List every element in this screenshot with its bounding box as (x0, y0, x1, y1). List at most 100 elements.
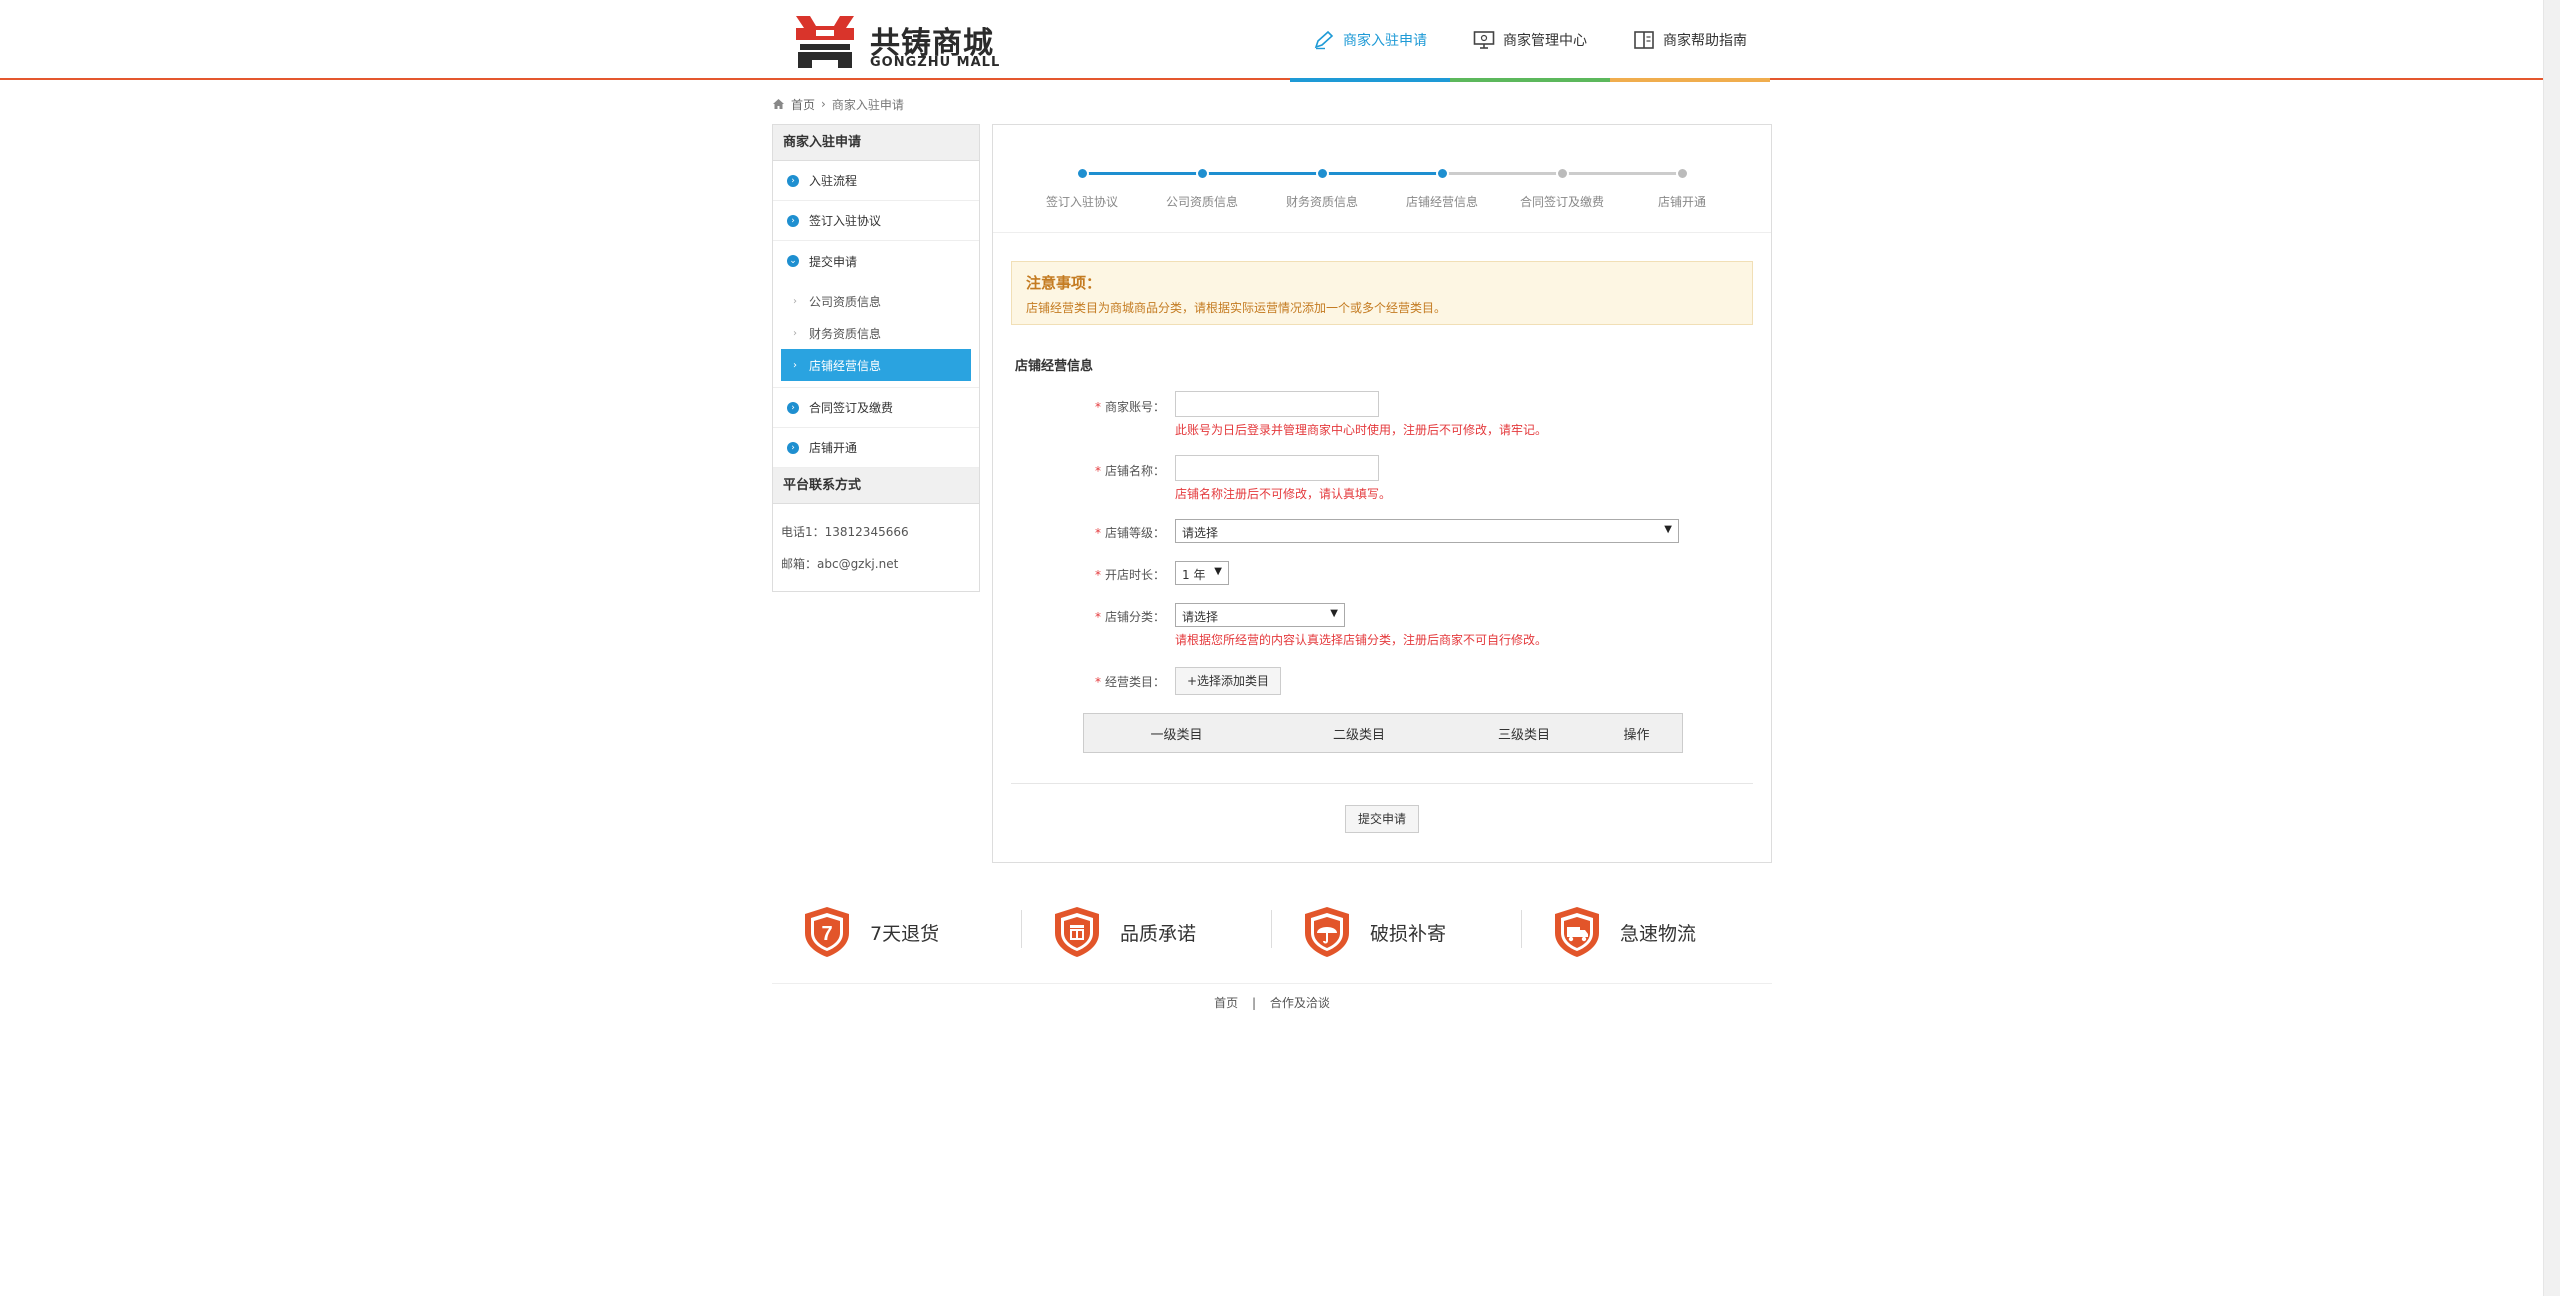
sidebar: 商家入驻申请 › 入驻流程 › 签订入驻协议 ⌄ 提交申请 › 公司资质信息 ›… (772, 124, 980, 592)
account-hint: 此账号为日后登录并管理商家中心时使用，注册后不可修改，请牢记。 (1175, 423, 1548, 437)
home-icon (773, 99, 784, 109)
logo-subtitle: GONGZHU MALL (870, 55, 1001, 70)
step-dot (1196, 167, 1209, 180)
breadcrumb: 首页 › 商家入驻申请 (772, 94, 904, 114)
field-label: * 经营类目： (1053, 673, 1165, 690)
duration-select[interactable]: 1 年 ▼ (1175, 561, 1229, 585)
sidebar-subitem-label: 店铺经营信息 (809, 358, 882, 373)
pen-icon (1314, 30, 1334, 50)
site-header: 共铸商城 GONGZHU MALL 商家入驻申请 商家管理中心 商家帮助指南 (0, 0, 2543, 82)
monitor-icon (1473, 31, 1495, 49)
select-value: 请选择 (1182, 526, 1219, 540)
notice-box: 注意事项： 店铺经营类目为商城商品分类，请根据实际运营情况添加一个或多个经营类目… (1011, 261, 1753, 325)
breadcrumb-separator: › (821, 97, 826, 111)
divider (1011, 783, 1753, 784)
sidebar-item-label: 提交申请 (809, 254, 858, 269)
sidebar-item-label: 合同签订及缴费 (809, 401, 894, 415)
top-navigation: 商家入驻申请 商家管理中心 商家帮助指南 (1290, 0, 1770, 82)
svg-text:7: 7 (821, 923, 832, 945)
nav-merchant-apply[interactable]: 商家入驻申请 (1290, 0, 1450, 82)
guarantee-item: 品质承诺 (1022, 880, 1272, 984)
contact-phone: 电话1：13812345666 (781, 525, 909, 539)
guarantee-label: 7天退货 (870, 922, 940, 945)
footer-link-cooperation[interactable]: 合作及洽谈 (1270, 996, 1330, 1010)
biz-label: 经营类目： (1104, 675, 1165, 689)
field-label: * 店铺等级： (1053, 524, 1165, 541)
nav-underline (1450, 78, 1610, 82)
chevron-right-icon: › (787, 174, 799, 187)
nav-underline (1610, 78, 1770, 82)
shopname-hint: 店铺名称注册后不可修改，请认真填写。 (1175, 487, 1392, 501)
table-header-cell: 操作 (1623, 727, 1650, 743)
umbrella-icon (1305, 907, 1349, 957)
nav-label: 商家管理中心 (1503, 33, 1587, 49)
sidebar-item-submit-application[interactable]: ⌄ 提交申请 (773, 241, 979, 281)
add-category-button[interactable]: +选择添加类目 (1175, 667, 1281, 695)
shop-category-select[interactable]: 请选择 ▼ (1175, 603, 1345, 627)
sidebar-item-agreement[interactable]: › 签订入驻协议 (773, 201, 979, 241)
step-label: 店铺开通 (1657, 195, 1706, 209)
table-header-cell: 二级类目 (1332, 727, 1385, 743)
return-7-day-icon: 7 (805, 907, 849, 957)
sidebar-item-shop-open[interactable]: › 店铺开通 (773, 428, 979, 468)
sidebar-item-label: 店铺开通 (809, 441, 858, 455)
level-label: 店铺等级： (1104, 526, 1165, 540)
table-header-cell: 三级类目 (1497, 727, 1550, 743)
step-dot (1436, 167, 1449, 180)
nav-label: 商家入驻申请 (1343, 33, 1427, 49)
nav-help-guide[interactable]: 商家帮助指南 (1610, 0, 1770, 82)
breadcrumb-home[interactable]: 首页 (791, 96, 815, 113)
footer-link-home[interactable]: 首页 (1214, 996, 1238, 1010)
form-row-duration: * 开店时长： 1 年 ▼ (993, 561, 1771, 585)
category-label: 店铺分类： (1104, 610, 1165, 624)
contact-email: 邮箱：abc@gzkj.net (781, 557, 899, 571)
required-mark: * (1094, 464, 1101, 478)
field-label: * 开店时长： (1053, 566, 1165, 583)
guarantee-label: 破损补寄 (1370, 922, 1447, 945)
arrow-icon: › (793, 359, 797, 371)
guarantee-item: 急速物流 (1522, 880, 1772, 984)
footer: 首页 | 合作及洽谈 (772, 994, 1772, 1011)
sidebar-subitem-finance[interactable]: › 财务资质信息 (773, 317, 979, 349)
page-scrollbar[interactable] (2543, 0, 2560, 1296)
submit-button[interactable]: 提交申请 (1345, 805, 1419, 833)
nav-label: 商家帮助指南 (1663, 33, 1747, 49)
sidebar-subitem-company[interactable]: › 公司资质信息 (773, 285, 979, 317)
required-mark: * (1094, 568, 1101, 582)
sidebar-item-contract[interactable]: › 合同签订及缴费 (773, 388, 979, 428)
site-logo[interactable]: 共铸商城 GONGZHU MALL (790, 10, 1010, 72)
account-label: 商家账号： (1104, 400, 1165, 414)
arrow-icon: › (793, 295, 797, 307)
sidebar-subitem-shop-info[interactable]: › 店铺经营信息 (781, 349, 971, 381)
breadcrumb-current: 商家入驻申请 (831, 97, 904, 112)
sidebar-subitem-label: 财务资质信息 (809, 326, 882, 341)
caret-down-icon: ▼ (1664, 524, 1672, 535)
form-row-category: * 店铺分类： 请选择 ▼ 请根据您所经营的内容认真选择店铺分类，注册后商家不可自… (993, 603, 1771, 647)
category-table-header: 一级类目 二级类目 三级类目 操作 (1083, 713, 1683, 753)
progress-steps: 签订入驻协议 公司资质信息 财务资质信息 店铺经营信息 合同签订及缴费 店铺开通 (993, 125, 1771, 233)
shop-level-select[interactable]: 请选择 ▼ (1175, 519, 1679, 543)
guarantee-item: 7 7天退货 (772, 880, 1022, 984)
step-line-done (1082, 172, 1442, 175)
shopname-input[interactable] (1175, 455, 1379, 481)
sidebar-item-process[interactable]: › 入驻流程 (773, 161, 979, 201)
table-header-cell: 一级类目 (1150, 727, 1203, 743)
nav-underline (1290, 78, 1450, 82)
nav-merchant-center[interactable]: 商家管理中心 (1450, 0, 1610, 82)
contact-info: 电话1：13812345666 邮箱：abc@gzkj.net (773, 504, 979, 592)
field-label: * 店铺分类： (1053, 608, 1165, 625)
step-label: 店铺经营信息 (1405, 195, 1478, 209)
sidebar-item-label: 入驻流程 (809, 174, 858, 188)
step-label: 财务资质信息 (1285, 195, 1358, 209)
book-icon (1634, 31, 1654, 49)
account-input[interactable] (1175, 391, 1379, 417)
select-value: 1 年 (1182, 568, 1206, 582)
field-label: * 商家账号： (1053, 398, 1165, 415)
required-mark: * (1094, 610, 1101, 624)
required-mark: * (1094, 400, 1101, 414)
step-dot (1676, 167, 1689, 180)
chevron-down-icon: ⌄ (787, 255, 799, 267)
notice-text: 店铺经营类目为商城商品分类，请根据实际运营情况添加一个或多个经营类目。 (1026, 301, 1447, 315)
form-row-level: * 店铺等级： 请选择 ▼ (993, 519, 1771, 543)
step-dot (1556, 167, 1569, 180)
